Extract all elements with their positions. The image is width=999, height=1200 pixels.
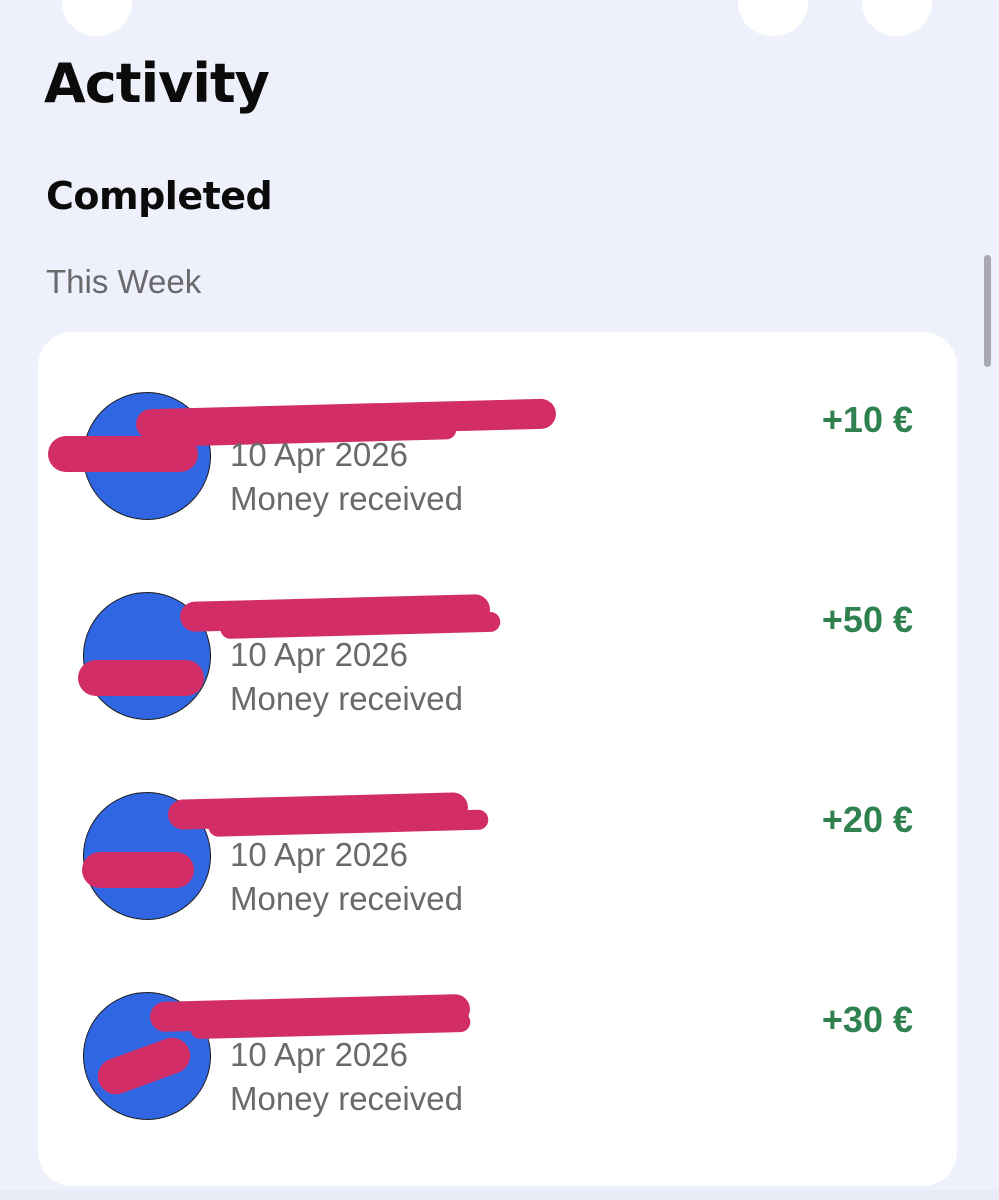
transaction-amount: +30 € [821,999,913,1040]
transaction-status: Money received [230,880,463,917]
avatar-redaction-mark [78,660,204,696]
transaction-row[interactable]: 10 Apr 2026 Money received +20 € [38,752,957,952]
transaction-row[interactable]: 10 Apr 2026 Money received +30 € [38,952,957,1152]
header-button-right-2[interactable] [862,0,932,36]
section-title-completed: Completed [46,174,273,218]
avatar-redaction-mark [48,436,198,472]
transaction-amount: +50 € [821,599,913,640]
bottom-edge [0,1190,999,1200]
transaction-amount: +10 € [821,399,913,440]
transaction-status: Money received [230,1080,463,1117]
name-redaction-mark [149,993,471,1033]
transaction-date: 10 Apr 2026 [230,836,408,873]
name-redaction-mark [179,593,491,633]
transactions-card: 10 Apr 2026 Money received +10 € 10 Apr … [38,332,957,1186]
name-redaction-mark [167,792,469,830]
header-button-right-1[interactable] [738,0,808,36]
transaction-date: 10 Apr 2026 [230,1036,408,1073]
transaction-date: 10 Apr 2026 [230,636,408,673]
transaction-row[interactable]: 10 Apr 2026 Money received +10 € [38,352,957,552]
transaction-row[interactable]: 10 Apr 2026 Money received +50 € [38,552,957,752]
page-title: Activity [44,52,270,115]
header-button-left[interactable] [62,0,132,36]
avatar-redaction-mark [82,852,194,888]
transaction-amount: +20 € [821,799,913,840]
transaction-status: Money received [230,680,463,717]
transaction-status: Money received [230,480,463,517]
transaction-date: 10 Apr 2026 [230,436,408,473]
scroll-indicator[interactable] [984,255,991,367]
group-label-this-week: This Week [46,263,202,300]
